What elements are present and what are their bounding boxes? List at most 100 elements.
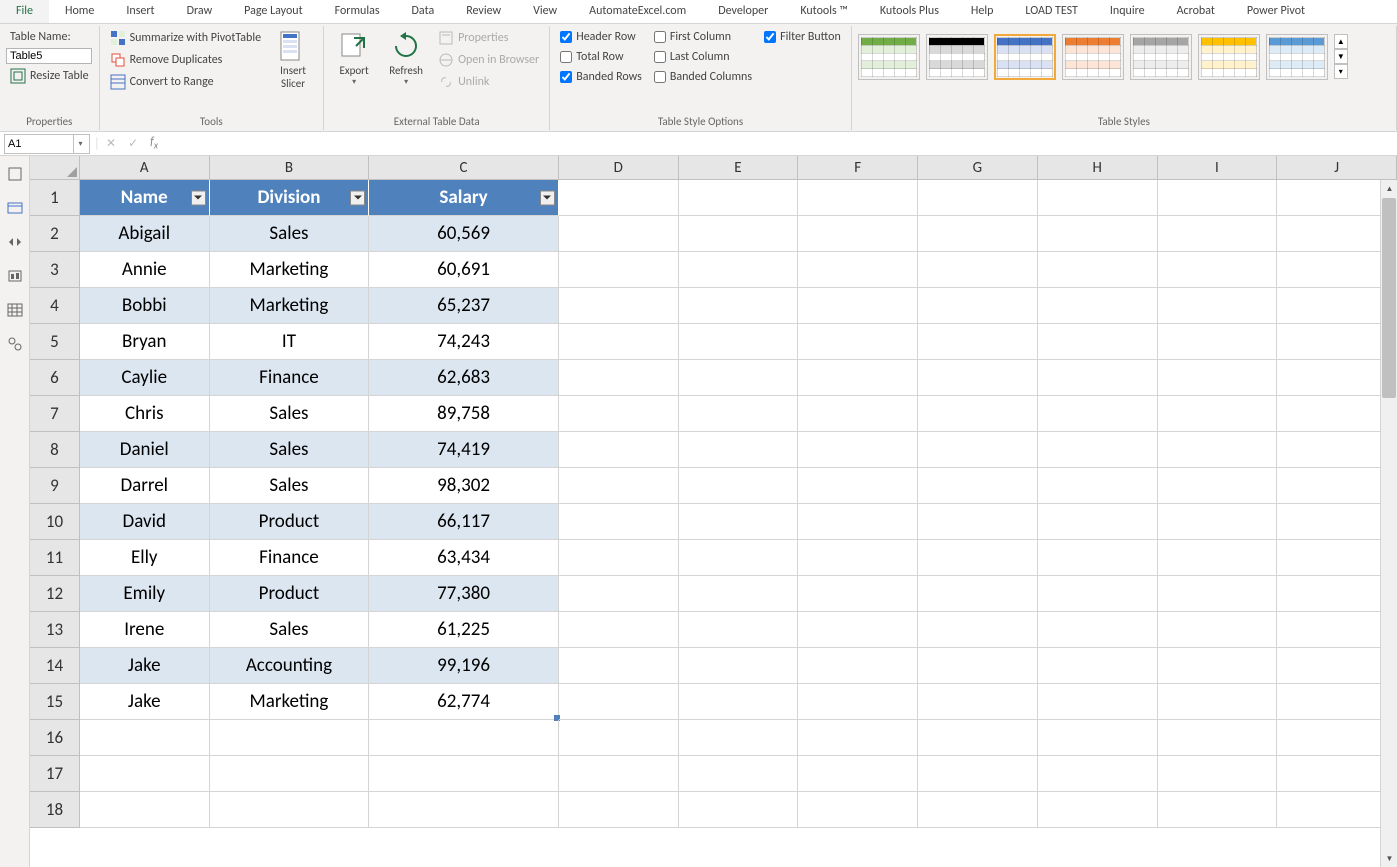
cell[interactable]: [1158, 540, 1278, 576]
cell[interactable]: Bryan: [80, 324, 210, 360]
cell[interactable]: [918, 324, 1038, 360]
cell[interactable]: Division: [210, 180, 370, 216]
cell[interactable]: [679, 252, 799, 288]
cell[interactable]: [1158, 360, 1278, 396]
cell[interactable]: [1158, 612, 1278, 648]
cell[interactable]: [559, 360, 679, 396]
column-header-J[interactable]: J: [1277, 156, 1397, 180]
cell[interactable]: 77,380: [369, 576, 559, 612]
row-header-10[interactable]: 10: [30, 504, 80, 540]
cell[interactable]: 74,243: [369, 324, 559, 360]
remove-duplicates-button[interactable]: Remove Duplicates: [106, 50, 266, 70]
cell[interactable]: [1158, 504, 1278, 540]
tab-kutools-plus[interactable]: Kutools Plus: [864, 0, 955, 23]
cell[interactable]: [1038, 720, 1158, 756]
row-header-4[interactable]: 4: [30, 288, 80, 324]
table-style-swatch[interactable]: [1266, 34, 1328, 80]
cell[interactable]: [679, 612, 799, 648]
cell[interactable]: [918, 180, 1038, 216]
cell[interactable]: [918, 648, 1038, 684]
row-header-6[interactable]: 6: [30, 360, 80, 396]
cell[interactable]: [679, 576, 799, 612]
cell[interactable]: 62,774: [369, 684, 559, 720]
tab-kutools-[interactable]: Kutools ™: [784, 0, 864, 23]
total-row-checkbox[interactable]: Total Row: [556, 48, 646, 66]
cell[interactable]: Sales: [210, 468, 370, 504]
tab-inquire[interactable]: Inquire: [1094, 0, 1161, 23]
filter-dropdown-icon[interactable]: [540, 190, 555, 205]
gallery-up-icon[interactable]: ▲: [1334, 34, 1348, 49]
cell[interactable]: [1158, 288, 1278, 324]
cell[interactable]: [1038, 648, 1158, 684]
cell[interactable]: Jake: [80, 684, 210, 720]
cell[interactable]: Jake: [80, 648, 210, 684]
worksheet[interactable]: ABCDEFGHIJ 1NameDivisionSalary2AbigailSa…: [30, 156, 1397, 867]
cell[interactable]: Finance: [210, 540, 370, 576]
cell[interactable]: [918, 504, 1038, 540]
cell[interactable]: [918, 540, 1038, 576]
cell[interactable]: [1038, 468, 1158, 504]
cell[interactable]: 98,302: [369, 468, 559, 504]
tab-review[interactable]: Review: [450, 0, 517, 23]
cell[interactable]: [1158, 180, 1278, 216]
column-header-C[interactable]: C: [369, 156, 559, 180]
table-style-swatch[interactable]: [1130, 34, 1192, 80]
cell[interactable]: [798, 612, 918, 648]
cell[interactable]: [559, 180, 679, 216]
cell[interactable]: [1158, 576, 1278, 612]
cell[interactable]: Accounting: [210, 648, 370, 684]
cell[interactable]: [559, 576, 679, 612]
cell[interactable]: [679, 648, 799, 684]
cell[interactable]: Caylie: [80, 360, 210, 396]
cell[interactable]: [679, 324, 799, 360]
row-header-3[interactable]: 3: [30, 252, 80, 288]
cell[interactable]: [1158, 648, 1278, 684]
cell[interactable]: Sales: [210, 216, 370, 252]
row-header-15[interactable]: 15: [30, 684, 80, 720]
cell[interactable]: 89,758: [369, 396, 559, 432]
cell[interactable]: Sales: [210, 396, 370, 432]
row-header-5[interactable]: 5: [30, 324, 80, 360]
tab-acrobat[interactable]: Acrobat: [1161, 0, 1231, 23]
side-icon-3[interactable]: [7, 234, 23, 254]
row-header-9[interactable]: 9: [30, 468, 80, 504]
cell[interactable]: [918, 792, 1038, 828]
side-icon-4[interactable]: [7, 268, 23, 288]
cell[interactable]: [918, 216, 1038, 252]
cell[interactable]: [1038, 792, 1158, 828]
cell[interactable]: [369, 756, 559, 792]
refresh-button[interactable]: Refresh ▾: [382, 28, 430, 89]
cell[interactable]: [798, 180, 918, 216]
cancel-formula-icon[interactable]: ✕: [100, 136, 122, 151]
cell[interactable]: [559, 468, 679, 504]
table-name-input[interactable]: [6, 48, 92, 64]
cell[interactable]: 62,683: [369, 360, 559, 396]
gallery-down-icon[interactable]: ▼: [1334, 49, 1348, 64]
cell[interactable]: [918, 360, 1038, 396]
first-column-checkbox[interactable]: First Column: [650, 28, 756, 46]
formula-input[interactable]: [164, 135, 1397, 153]
row-header-8[interactable]: 8: [30, 432, 80, 468]
banded-cols-checkbox[interactable]: Banded Columns: [650, 68, 756, 86]
column-header-E[interactable]: E: [679, 156, 799, 180]
table-style-swatch[interactable]: [858, 34, 920, 80]
row-header-11[interactable]: 11: [30, 540, 80, 576]
cell[interactable]: [798, 360, 918, 396]
cell[interactable]: [1158, 720, 1278, 756]
cell[interactable]: [798, 252, 918, 288]
cell[interactable]: [559, 684, 679, 720]
cell[interactable]: [798, 396, 918, 432]
cell[interactable]: Finance: [210, 360, 370, 396]
scroll-up-icon[interactable]: ▲: [1381, 180, 1397, 197]
tab-load-test[interactable]: LOAD TEST: [1009, 0, 1094, 23]
select-all-corner[interactable]: [30, 156, 80, 180]
row-header-14[interactable]: 14: [30, 648, 80, 684]
cell[interactable]: [679, 720, 799, 756]
cell[interactable]: [918, 432, 1038, 468]
cell[interactable]: 66,117: [369, 504, 559, 540]
column-header-A[interactable]: A: [80, 156, 210, 180]
column-header-H[interactable]: H: [1038, 156, 1158, 180]
cell[interactable]: 65,237: [369, 288, 559, 324]
banded-rows-checkbox[interactable]: Banded Rows: [556, 68, 646, 86]
cell[interactable]: [798, 504, 918, 540]
